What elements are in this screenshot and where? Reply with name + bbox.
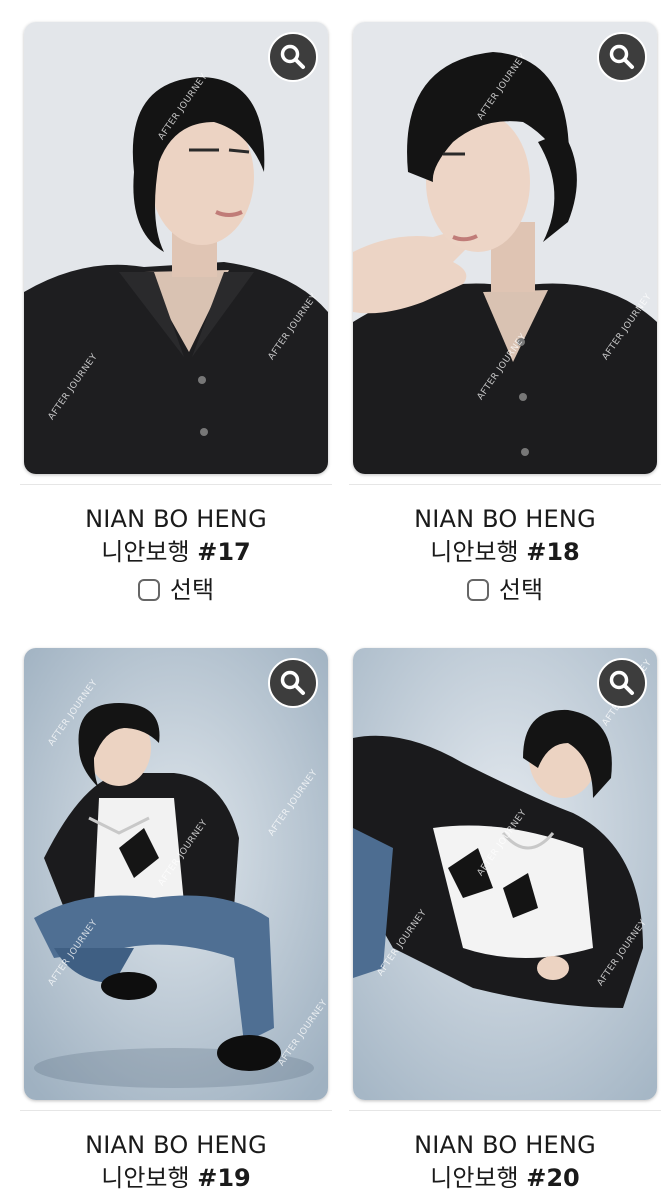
photocard-item: AFTER JOURNEY AFTER JOURNEY AFTER JOURNE…	[349, 648, 661, 1195]
card-caption: NIAN BO HENG 니안보행 #19	[20, 1129, 332, 1195]
zoom-button[interactable]	[597, 32, 647, 82]
card-number: #17	[197, 538, 251, 566]
divider	[349, 1110, 661, 1111]
korean-name-text: 니안보행	[430, 538, 519, 566]
divider	[349, 484, 661, 485]
photocard-item: AFTER JOURNEY AFTER JOURNEY AFTER JOURNE…	[20, 648, 332, 1195]
card-caption: NIAN BO HENG 니안보행 #17 선택	[20, 503, 332, 607]
card-name: NIAN BO HENG	[414, 505, 596, 533]
photocard-image[interactable]: AFTER JOURNEY AFTER JOURNEY AFTER JOURNE…	[24, 648, 328, 1100]
photocard-item: AFTER JOURNEY AFTER JOURNEY AFTER JOURNE…	[20, 22, 332, 607]
select-checkbox[interactable]	[137, 579, 160, 601]
magnifier-icon	[609, 670, 634, 695]
select-checkbox[interactable]	[466, 579, 489, 601]
zoom-button[interactable]	[597, 658, 647, 708]
zoom-button[interactable]	[268, 658, 318, 708]
card-number: #20	[526, 1164, 580, 1192]
portrait-photo	[24, 22, 328, 474]
card-number: #18	[526, 538, 580, 566]
photocard-image[interactable]: AFTER JOURNEY AFTER JOURNEY AFTER JOURNE…	[353, 22, 657, 474]
select-label: 선택	[498, 576, 544, 604]
select-option[interactable]: 선택	[466, 573, 544, 607]
card-name: NIAN BO HENG	[414, 1131, 596, 1159]
magnifier-icon	[280, 670, 305, 695]
photocard-image[interactable]: AFTER JOURNEY AFTER JOURNEY AFTER JOURNE…	[353, 648, 657, 1100]
korean-name-text: 니안보행	[101, 1164, 190, 1192]
card-caption: NIAN BO HENG 니안보행 #20	[349, 1129, 661, 1195]
divider	[20, 1110, 332, 1111]
photocard-item: AFTER JOURNEY AFTER JOURNEY AFTER JOURNE…	[349, 22, 661, 607]
magnifier-icon	[609, 44, 634, 69]
photocard-grid: AFTER JOURNEY AFTER JOURNEY AFTER JOURNE…	[0, 0, 668, 1200]
card-korean-name: 니안보행 #19	[20, 1161, 332, 1195]
korean-name-text: 니안보행	[101, 538, 190, 566]
select-label: 선택	[169, 576, 215, 604]
select-option[interactable]: 선택	[137, 573, 215, 607]
card-name: NIAN BO HENG	[85, 505, 267, 533]
card-name: NIAN BO HENG	[85, 1131, 267, 1159]
card-korean-name: 니안보행 #17	[20, 535, 332, 569]
card-korean-name: 니안보행 #20	[349, 1161, 661, 1195]
photocard-image[interactable]: AFTER JOURNEY AFTER JOURNEY AFTER JOURNE…	[24, 22, 328, 474]
card-caption: NIAN BO HENG 니안보행 #18 선택	[349, 503, 661, 607]
zoom-button[interactable]	[268, 32, 318, 82]
korean-name-text: 니안보행	[430, 1164, 519, 1192]
card-number: #19	[197, 1164, 251, 1192]
divider	[20, 484, 332, 485]
magnifier-icon	[280, 44, 305, 69]
card-korean-name: 니안보행 #18	[349, 535, 661, 569]
